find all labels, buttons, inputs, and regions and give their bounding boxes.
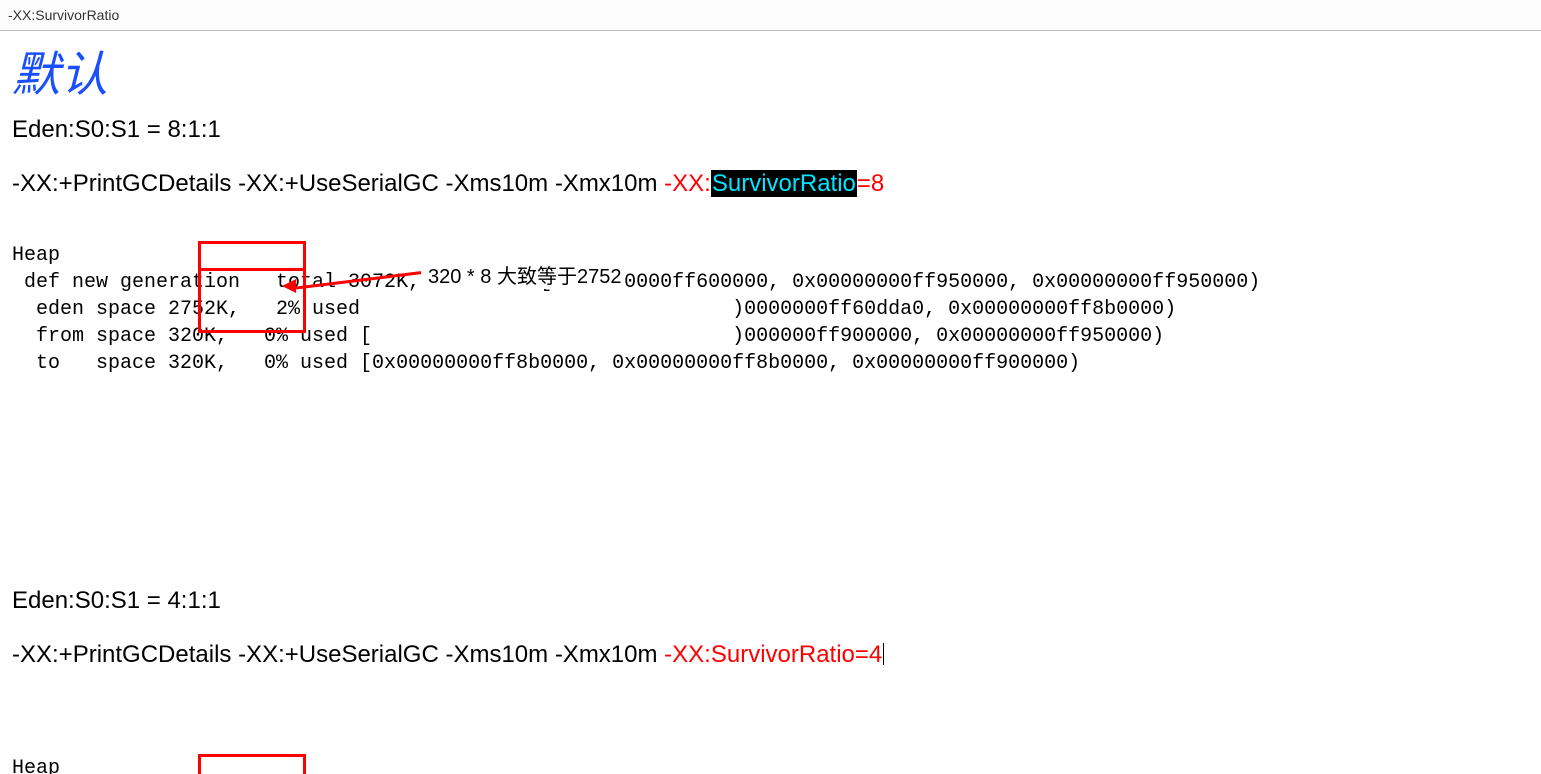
heap1-l3: from space 320K, 0% used [ )000000ff9000…	[12, 325, 1164, 348]
cmd-line-1: -XX:+PrintGCDetails -XX:+UseSerialGC -Xm…	[12, 169, 1529, 199]
heap1-l4: to space 320K, 0% used [0x00000000ff8b00…	[12, 352, 1080, 375]
ratio-line-2: Eden:S0:S1 = 4:1:1	[12, 586, 1529, 616]
cmd-red-2: -XX:SurvivorRatio=4	[664, 641, 882, 668]
document-body: 默认 Eden:S0:S1 = 8:1:1 -XX:+PrintGCDetail…	[0, 35, 1541, 774]
heap-block-1: Heap def new generation total 3072K, use…	[12, 215, 1529, 512]
cmd-plain-2: -XX:+PrintGCDetails -XX:+UseSerialGC -Xm…	[12, 641, 664, 668]
annotation-text: 320 * 8 大致等于2752	[424, 265, 625, 289]
heap1-l2: eden space 2752K, 2% used )0000000ff60dd…	[12, 298, 1176, 321]
text-cursor	[883, 643, 884, 665]
heap-block-2: Heap def new generation total 2880K, use…	[12, 728, 1529, 774]
cmd-plain-1: -XX:+PrintGCDetails -XX:+UseSerialGC -Xm…	[12, 170, 664, 197]
highlight-box-eden-2	[198, 754, 306, 774]
heap1-l0: Heap	[12, 244, 60, 267]
window-title: -XX:SurvivorRatio	[0, 0, 1541, 31]
heap2-l0: Heap	[12, 757, 60, 774]
cmd-highlight-1[interactable]: SurvivorRatio	[711, 170, 857, 197]
highlight-box-eden-1	[198, 241, 306, 271]
cmd-red-prefix-1: -XX:	[664, 170, 711, 197]
highlight-box-survivor-1	[198, 271, 306, 333]
cmd-red-suffix-1: =8	[857, 170, 884, 197]
heading-default: 默认	[12, 35, 1529, 105]
cmd-line-2: -XX:+PrintGCDetails -XX:+UseSerialGC -Xm…	[12, 640, 1529, 670]
ratio-line-1: Eden:S0:S1 = 8:1:1	[12, 115, 1529, 145]
